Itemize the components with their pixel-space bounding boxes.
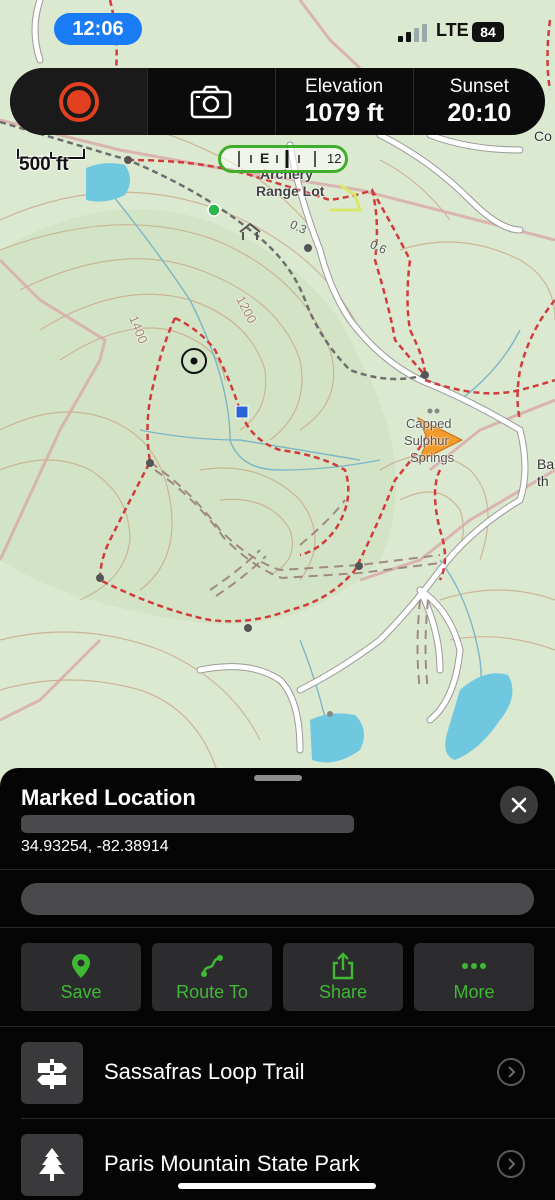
divider [0,927,555,928]
map-label-ba: Ba [537,456,555,472]
share-button[interactable]: Share [283,943,403,1011]
home-indicator[interactable] [178,1183,376,1189]
save-label: Save [60,981,102,1002]
park-name: Paris Mountain State Park [104,1151,360,1176]
trail-sign-icon [21,1042,83,1104]
map-label-th: th [537,473,549,489]
coordinates-text[interactable]: 34.93254, -82.38914 [21,838,169,856]
elevation-value: 1079 ft [304,98,384,127]
close-icon [511,797,527,813]
map-label-co: Co [534,128,552,144]
more-button[interactable]: More [414,943,534,1011]
sunset-display[interactable]: Sunset 20:10 [414,68,545,135]
sheet-grabber[interactable] [254,775,302,781]
elevation-label: Elevation [305,75,384,97]
map-label-sulphur: Sulphur [404,433,449,448]
status-bar: 12:06 LTE 84 [0,0,555,60]
camera-icon [191,85,232,118]
network-type: LTE [436,20,469,40]
close-button[interactable] [500,786,538,824]
compass-12-label: 12 [327,151,342,166]
more-icon [462,962,486,969]
redacted-address [21,815,354,833]
action-buttons: Save Route To Share More [21,943,534,1011]
sunset-label: Sunset [449,75,509,97]
trail-name: Sassafras Loop Trail [104,1059,305,1084]
chevron-right-icon [497,1150,525,1178]
sunset-value: 20:10 [447,98,512,127]
record-button[interactable] [10,68,149,135]
compass-east-label: E [260,150,270,166]
pin-icon [72,953,90,978]
divider [21,1118,555,1119]
divider [0,869,555,870]
marked-location-sheet: Marked Location 34.93254, -82.38914 Save… [0,768,555,1200]
camera-button[interactable] [148,68,276,135]
elevation-display[interactable]: Elevation 1079 ft [276,68,414,135]
tree-icon [21,1134,83,1196]
divider [0,1026,555,1027]
route-to-button[interactable]: Route To [152,943,272,1011]
chevron-right-icon [497,1058,525,1086]
route-to-label: Route To [176,981,248,1002]
more-label: More [453,981,495,1002]
record-icon [58,81,99,122]
compass-heading-strip[interactable]: E 12 [218,145,348,173]
map-label-range-lot: Range Lot [256,183,325,199]
map-label-capped: Capped [406,416,452,431]
battery-level: 84 [472,22,504,42]
sheet-title: Marked Location [21,785,196,810]
signal-strength-icon [398,24,427,42]
status-time[interactable]: 12:06 [54,13,142,45]
scale-label: 500 ft [19,154,69,175]
share-icon [332,951,354,979]
share-label: Share [318,981,368,1002]
list-item-trail[interactable]: Sassafras Loop Trail [0,1042,555,1122]
redacted-info-bar [21,883,534,915]
top-toolbar: Elevation 1079 ft Sunset 20:10 [10,68,545,135]
list-item-park[interactable]: Paris Mountain State Park [0,1134,555,1200]
save-button[interactable]: Save [21,943,141,1011]
map-label-springs: Springs [410,450,455,465]
route-icon [201,954,223,977]
